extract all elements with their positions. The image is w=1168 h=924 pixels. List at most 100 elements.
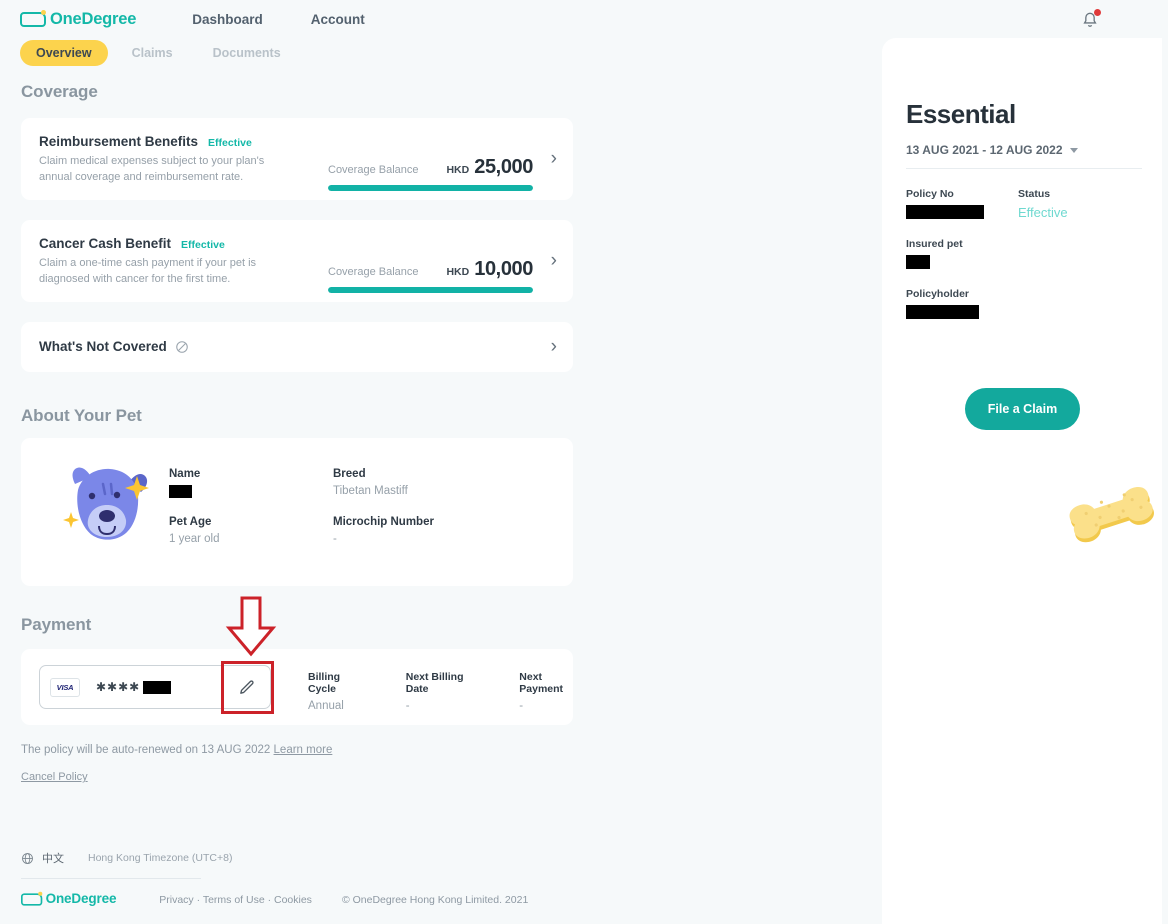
redacted-card-digits bbox=[143, 680, 172, 694]
balance-amount: 10,000 bbox=[474, 258, 533, 280]
meta-label: Next Payment bbox=[519, 671, 564, 695]
pet-field-breed: Breed Tibetan Mastiff bbox=[333, 468, 559, 499]
footer-copyright: © OneDegree Hong Kong Limited. 2021 bbox=[341, 893, 529, 906]
prohibited-icon bbox=[175, 340, 188, 353]
onedegree-logo-mark-icon bbox=[21, 891, 43, 906]
field-value: Tibetan Mastiff bbox=[333, 485, 408, 497]
visa-logo-icon: VISA bbox=[50, 677, 80, 697]
footer-bottom-row: OneDegree Privacy · Terms of Use · Cooki… bbox=[21, 890, 528, 909]
chevron-right-icon[interactable]: › bbox=[551, 149, 557, 168]
nav-item-dashboard[interactable]: Dashboard bbox=[192, 12, 263, 27]
meta-value: - bbox=[405, 700, 410, 712]
payment-card: VISA ✱✱✱✱ Billing Cycle Annual Next Bill… bbox=[21, 649, 573, 725]
learn-more-link[interactable]: Learn more bbox=[274, 744, 333, 756]
field-label: Pet Age bbox=[169, 516, 212, 528]
footer-divider bbox=[21, 878, 201, 879]
chevron-right-icon[interactable]: › bbox=[551, 251, 557, 270]
whats-not-covered-row: What's Not Covered bbox=[39, 339, 189, 354]
payment-section-title: Payment bbox=[21, 615, 92, 634]
policy-row-1: Policy No Status Effective bbox=[906, 188, 1142, 224]
cancel-policy-link[interactable]: Cancel Policy bbox=[21, 771, 88, 783]
field-label: Name bbox=[169, 468, 201, 480]
policy-field-policy-no: Policy No bbox=[906, 188, 1018, 224]
onedegree-logo-mark-icon bbox=[20, 9, 46, 27]
payment-meta-billing-cycle: Billing Cycle Annual bbox=[308, 671, 357, 712]
coverage-progress-track bbox=[328, 287, 533, 293]
globe-icon bbox=[22, 852, 33, 864]
status-badge: Effective bbox=[1018, 205, 1068, 220]
policy-summary-panel: Essential 13 AUG 2021 - 12 AUG 2022 Poli… bbox=[882, 38, 1162, 924]
timezone-label: Hong Kong Timezone (UTC+8) bbox=[88, 852, 233, 864]
dog-avatar-icon bbox=[63, 463, 149, 553]
onedegree-logo-text: OneDegree bbox=[50, 9, 137, 28]
field-label: Breed bbox=[333, 468, 366, 480]
notification-bell-button[interactable] bbox=[1080, 9, 1101, 30]
meta-value: - bbox=[519, 700, 524, 712]
benefit-header: Cancer Cash Benefit Effective bbox=[39, 236, 299, 251]
auto-renew-note: The policy will be auto-renewed on 13 AU… bbox=[21, 744, 332, 756]
balance-label: Coverage Balance bbox=[328, 266, 419, 278]
footer-links[interactable]: Privacy · Terms of Use · Cookies bbox=[159, 894, 312, 906]
coverage-progress-track bbox=[328, 185, 533, 191]
meta-label: Billing Cycle bbox=[308, 671, 341, 695]
pet-fields-grid: Name Breed Tibetan Mastiff Pet Age 1 yea… bbox=[169, 468, 559, 545]
policy-row-3: Policyholder bbox=[906, 288, 1142, 324]
main-nav: Dashboard Account bbox=[192, 12, 365, 27]
panel-divider bbox=[906, 168, 1142, 169]
onedegree-logo[interactable]: OneDegree bbox=[20, 9, 137, 29]
language-switch-link[interactable]: 中文 bbox=[42, 850, 64, 866]
policy-row-2: Insured pet bbox=[906, 238, 1142, 274]
field-label: Policyholder bbox=[906, 288, 970, 300]
pet-section-title: About Your Pet bbox=[21, 406, 142, 425]
file-a-claim-button[interactable]: File a Claim bbox=[965, 388, 1080, 430]
edit-payment-method-button[interactable] bbox=[222, 666, 270, 708]
pet-field-microchip: Microchip Number - bbox=[333, 516, 559, 545]
benefit-card-cancer-cash[interactable]: Cancer Cash Benefit Effective Claim a on… bbox=[21, 220, 573, 302]
tab-claims[interactable]: Claims bbox=[116, 40, 189, 66]
benefit-card-reimbursement[interactable]: Reimbursement Benefits Effective Claim m… bbox=[21, 118, 573, 200]
field-label: Status bbox=[1018, 188, 1051, 200]
balance-currency: HKD bbox=[446, 164, 470, 176]
page-root: OneDegree Dashboard Account Overview Cla… bbox=[0, 0, 1168, 924]
status-badge: Effective bbox=[208, 137, 252, 149]
pet-field-age: Pet Age 1 year old bbox=[169, 516, 333, 545]
benefit-info: Cancer Cash Benefit Effective Claim a on… bbox=[39, 236, 299, 288]
coverage-progress-fill bbox=[328, 185, 533, 191]
coverage-progress-fill bbox=[328, 287, 533, 293]
chevron-down-icon bbox=[1069, 147, 1078, 153]
footer-onedegree-logo: OneDegree bbox=[21, 891, 117, 908]
field-value: 1 year old bbox=[169, 533, 220, 545]
coverage-balance-block: Coverage Balance HKD 25,000 bbox=[328, 156, 533, 191]
field-label: Insured pet bbox=[906, 238, 963, 250]
chevron-right-icon[interactable]: › bbox=[551, 337, 557, 356]
whats-not-covered-card[interactable]: What's Not Covered › bbox=[21, 322, 573, 372]
redacted-value bbox=[906, 255, 930, 269]
balance-amount: 25,000 bbox=[474, 156, 533, 178]
card-mask-stars: ✱✱✱✱ bbox=[96, 680, 141, 694]
onedegree-logo-text: OneDegree bbox=[45, 891, 117, 907]
balance-currency: HKD bbox=[446, 266, 470, 278]
top-navigation-bar: OneDegree Dashboard Account bbox=[0, 0, 1168, 38]
visa-logo-text: VISA bbox=[56, 682, 74, 692]
redacted-value bbox=[906, 305, 979, 319]
field-value: - bbox=[333, 533, 337, 545]
whats-not-covered-label: What's Not Covered bbox=[39, 339, 167, 354]
tab-documents[interactable]: Documents bbox=[197, 40, 297, 66]
nav-item-account[interactable]: Account bbox=[311, 12, 365, 27]
footer-language-row: 中文 Hong Kong Timezone (UTC+8) bbox=[21, 850, 232, 866]
pencil-edit-icon bbox=[239, 679, 254, 694]
tab-overview[interactable]: Overview bbox=[20, 40, 108, 66]
redacted-value bbox=[906, 205, 984, 219]
policy-period-dropdown[interactable]: 13 AUG 2021 - 12 AUG 2022 bbox=[906, 143, 1078, 157]
payment-method-box[interactable]: VISA ✱✱✱✱ bbox=[39, 665, 271, 709]
benefit-name: Reimbursement Benefits bbox=[39, 134, 199, 149]
pet-info-card: Name Breed Tibetan Mastiff Pet Age 1 yea… bbox=[21, 438, 573, 586]
policy-field-status: Status Effective bbox=[1018, 188, 1130, 224]
field-label: Policy No bbox=[906, 188, 954, 200]
policy-subtabs: Overview Claims Documents bbox=[20, 40, 297, 66]
card-number-masked: ✱✱✱✱ bbox=[96, 680, 172, 694]
meta-label: Next Billing Date bbox=[405, 671, 464, 695]
coverage-section-title: Coverage bbox=[21, 82, 98, 101]
dog-bone-icon bbox=[1069, 486, 1154, 543]
redacted-value bbox=[169, 485, 192, 498]
